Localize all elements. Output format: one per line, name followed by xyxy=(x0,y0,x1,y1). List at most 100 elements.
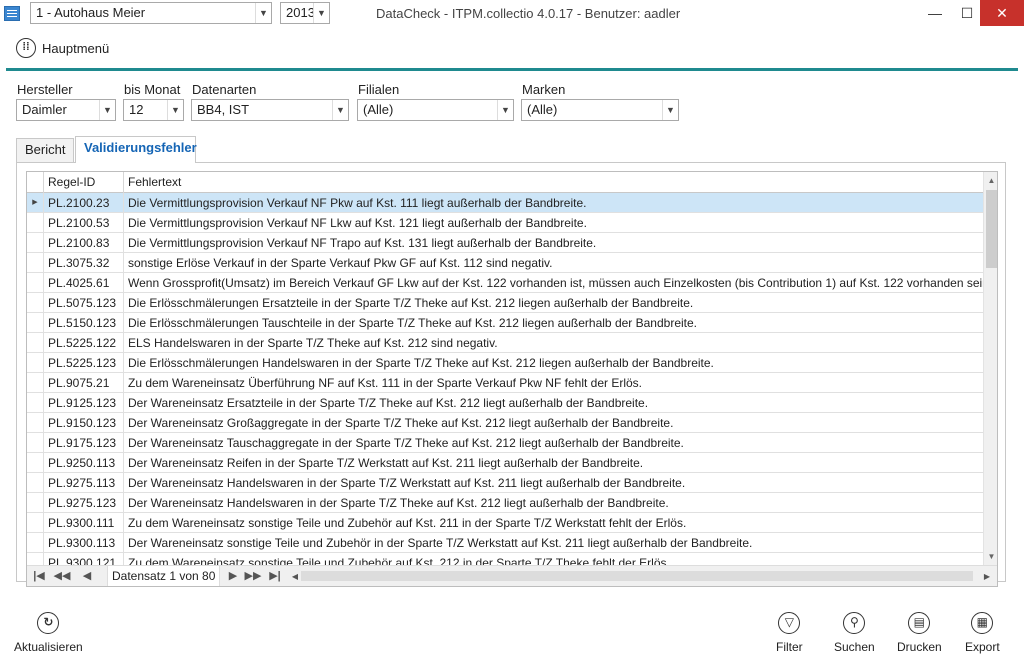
row-header[interactable] xyxy=(27,493,43,513)
table-row[interactable]: PL.5150.123 Die Erlösschmälerungen Tausch… xyxy=(27,313,983,333)
cell-fehlertext[interactable]: Die Erlösschmälerungen Ersatzteile in de… xyxy=(123,293,983,313)
cell-fehlertext[interactable]: Der Wareneinsatz sonstige Teile und Zube… xyxy=(123,533,983,553)
cell-fehlertext[interactable]: Zu dem Wareneinsatz sonstige Teile und Z… xyxy=(123,553,983,565)
cell-fehlertext[interactable]: Der Wareneinsatz Tauschaggregate in der … xyxy=(123,433,983,453)
table-row[interactable]: PL.9250.113 Der Wareneinsatz Reifen in de… xyxy=(27,453,983,473)
table-row[interactable]: PL.9275.123 Der Wareneinsatz Handelswaren… xyxy=(27,493,983,513)
row-header[interactable] xyxy=(27,553,43,565)
table-row[interactable]: PL.9300.121 Zu dem Wareneinsatz sonstige … xyxy=(27,553,983,565)
cell-regel-id[interactable]: PL.9250.113 xyxy=(43,453,123,473)
row-header[interactable] xyxy=(27,333,43,353)
row-header[interactable] xyxy=(27,453,43,473)
cell-fehlertext[interactable]: Zu dem Wareneinsatz Überführung NF auf K… xyxy=(123,373,983,393)
row-header[interactable] xyxy=(27,513,43,533)
table-row[interactable]: PL.9300.111 Zu dem Wareneinsatz sonstige … xyxy=(27,513,983,533)
table-row[interactable]: PL.9125.123 Der Wareneinsatz Ersatzteile … xyxy=(27,393,983,413)
tab-validierungsfehler[interactable]: Validierungsfehler xyxy=(75,136,197,163)
cell-regel-id[interactable]: PL.9275.123 xyxy=(43,493,123,513)
scroll-up-icon[interactable]: ▲ xyxy=(984,173,997,188)
row-header[interactable] xyxy=(27,533,43,553)
scroll-down-icon[interactable]: ▼ xyxy=(984,549,997,564)
close-button[interactable]: ✕ xyxy=(980,0,1024,26)
row-header[interactable] xyxy=(27,413,43,433)
maximize-button[interactable]: ☐ xyxy=(952,0,982,26)
row-header[interactable] xyxy=(27,233,43,253)
row-header[interactable] xyxy=(27,353,43,373)
cell-fehlertext[interactable]: Der Wareneinsatz Handelswaren in der Spa… xyxy=(123,493,983,513)
cell-fehlertext[interactable]: sonstige Erlöse Verkauf in der Sparte Ve… xyxy=(123,253,983,273)
row-header[interactable] xyxy=(27,253,43,273)
horizontal-scroll-thumb[interactable] xyxy=(301,571,973,581)
tab-bericht[interactable]: Bericht xyxy=(16,138,74,162)
cell-fehlertext[interactable]: Wenn Grossprofit(Umsatz) im Bereich Verk… xyxy=(123,273,983,293)
row-header[interactable] xyxy=(27,293,43,313)
cell-fehlertext[interactable]: Der Wareneinsatz Handelswaren in der Spa… xyxy=(123,473,983,493)
previous-record-icon[interactable]: ◀ xyxy=(77,568,97,585)
hersteller-select[interactable]: Daimler ▼ xyxy=(16,99,116,121)
cell-regel-id[interactable]: PL.5150.123 xyxy=(43,313,123,333)
table-row[interactable]: PL.9275.113 Der Wareneinsatz Handelswaren… xyxy=(27,473,983,493)
cell-regel-id[interactable]: PL.9175.123 xyxy=(43,433,123,453)
row-indicator-icon[interactable]: ▶ xyxy=(27,193,43,213)
cell-fehlertext[interactable]: ELS Handelswaren in der Sparte T/Z Theke… xyxy=(123,333,983,353)
table-row[interactable]: ▶ PL.2100.23 Die Vermittlungsprovision Ver… xyxy=(27,193,983,213)
table-row[interactable]: PL.2100.83 Die Vermittlungsprovision Verk… xyxy=(27,233,983,253)
minimize-button[interactable]: — xyxy=(920,0,950,26)
cell-regel-id[interactable]: PL.5225.123 xyxy=(43,353,123,373)
scroll-thumb[interactable] xyxy=(986,190,997,268)
search-button[interactable]: ⚲ Suchen xyxy=(834,612,875,654)
table-row[interactable]: PL.3075.32 sonstige Erlöse Verkauf in der… xyxy=(27,253,983,273)
cell-regel-id[interactable]: PL.5075.123 xyxy=(43,293,123,313)
cell-regel-id[interactable]: PL.2100.23 xyxy=(43,193,123,213)
cell-fehlertext[interactable]: Der Wareneinsatz Großaggregate in der Sp… xyxy=(123,413,983,433)
table-row[interactable]: PL.4025.61 Wenn Grossprofit(Umsatz) im Be… xyxy=(27,273,983,293)
table-row[interactable]: PL.9150.123 Der Wareneinsatz Großaggregat… xyxy=(27,413,983,433)
company-select[interactable]: 1 - Autohaus Meier ▼ xyxy=(30,2,272,24)
row-header[interactable] xyxy=(27,433,43,453)
cell-fehlertext[interactable]: Der Wareneinsatz Reifen in der Sparte T/… xyxy=(123,453,983,473)
row-header[interactable] xyxy=(27,393,43,413)
cell-fehlertext[interactable]: Die Vermittlungsprovision Verkauf NF Tra… xyxy=(123,233,983,253)
table-row[interactable]: PL.9300.113 Der Wareneinsatz sonstige Tei… xyxy=(27,533,983,553)
table-row[interactable]: PL.5225.123 Die Erlösschmälerungen Handel… xyxy=(27,353,983,373)
cell-regel-id[interactable]: PL.9300.111 xyxy=(43,513,123,533)
table-row[interactable]: PL.5225.122 ELS Handelswaren in der Spart… xyxy=(27,333,983,353)
cell-regel-id[interactable]: PL.9300.121 xyxy=(43,553,123,565)
cell-regel-id[interactable]: PL.2100.83 xyxy=(43,233,123,253)
export-button[interactable]: ▦ Export xyxy=(965,612,1000,654)
refresh-button[interactable]: ↻ Aktualisieren xyxy=(14,612,83,654)
cell-fehlertext[interactable]: Der Wareneinsatz Ersatzteile in der Spar… xyxy=(123,393,983,413)
cell-regel-id[interactable]: PL.2100.53 xyxy=(43,213,123,233)
table-row[interactable]: PL.9175.123 Der Wareneinsatz Tauschaggreg… xyxy=(27,433,983,453)
print-button[interactable]: ▤ Drucken xyxy=(897,612,942,654)
column-header-fehlertext[interactable]: Fehlertext xyxy=(123,172,983,193)
cell-regel-id[interactable]: PL.9300.113 xyxy=(43,533,123,553)
cell-fehlertext[interactable]: Die Erlösschmälerungen Handelswaren in d… xyxy=(123,353,983,373)
row-header[interactable] xyxy=(27,273,43,293)
cell-regel-id[interactable]: PL.9150.123 xyxy=(43,413,123,433)
cell-regel-id[interactable]: PL.5225.122 xyxy=(43,333,123,353)
cell-regel-id[interactable]: PL.9275.113 xyxy=(43,473,123,493)
row-header[interactable] xyxy=(27,373,43,393)
vertical-scrollbar[interactable]: ▲ ▼ xyxy=(983,172,997,565)
next-record-icon[interactable]: ▶ xyxy=(223,568,243,585)
datenarten-select[interactable]: BB4, IST ▼ xyxy=(191,99,349,121)
cell-regel-id[interactable]: PL.3075.32 xyxy=(43,253,123,273)
row-header[interactable] xyxy=(27,313,43,333)
table-row[interactable]: PL.5075.123 Die Erlösschmälerungen Ersatz… xyxy=(27,293,983,313)
monat-select[interactable]: 12 ▼ xyxy=(123,99,184,121)
row-header[interactable] xyxy=(27,473,43,493)
cell-regel-id[interactable]: PL.9075.21 xyxy=(43,373,123,393)
year-select[interactable]: 2013 ▼ xyxy=(280,2,330,24)
cell-fehlertext[interactable]: Die Erlösschmälerungen Tauschteile in de… xyxy=(123,313,983,333)
cell-fehlertext[interactable]: Die Vermittlungsprovision Verkauf NF Pkw… xyxy=(123,193,983,213)
first-record-icon[interactable]: |◀ xyxy=(29,568,49,585)
cell-fehlertext[interactable]: Zu dem Wareneinsatz sonstige Teile und Z… xyxy=(123,513,983,533)
cell-regel-id[interactable]: PL.9125.123 xyxy=(43,393,123,413)
last-record-icon[interactable]: ▶| xyxy=(265,568,285,585)
table-row[interactable]: PL.9075.21 Zu dem Wareneinsatz Überführun… xyxy=(27,373,983,393)
previous-page-icon[interactable]: ◀◀ xyxy=(52,568,72,585)
next-page-icon[interactable]: ▶▶ xyxy=(243,568,263,585)
filialen-select[interactable]: (Alle) ▼ xyxy=(357,99,514,121)
row-header[interactable] xyxy=(27,213,43,233)
